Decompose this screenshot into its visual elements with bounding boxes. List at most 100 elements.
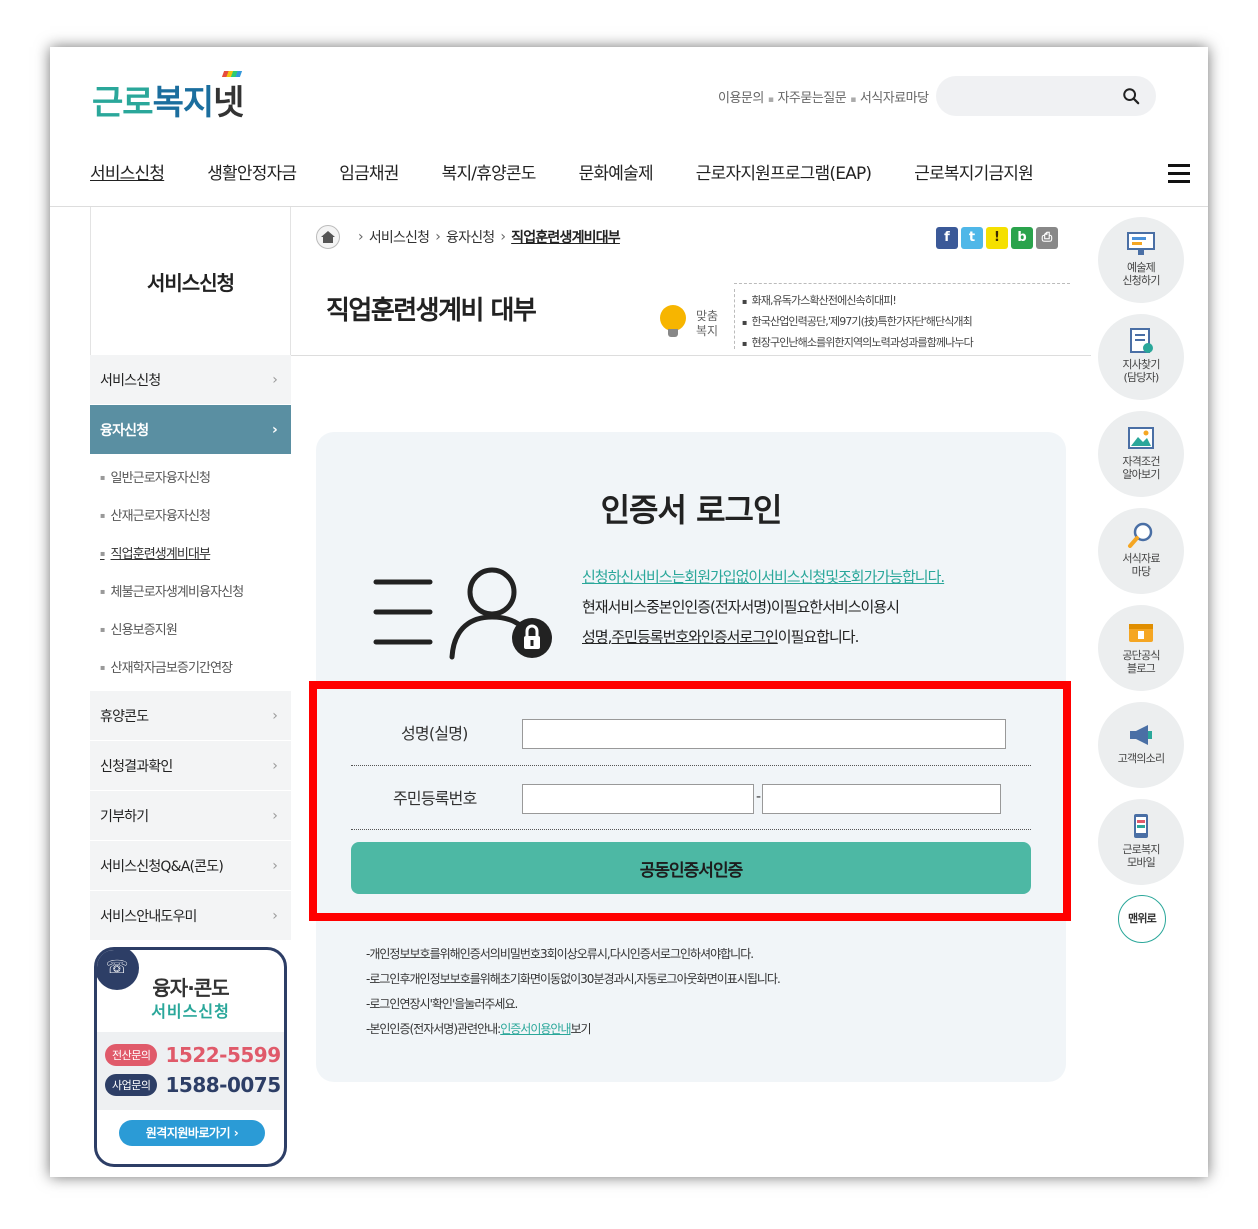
quick-eligibility[interactable]: 자격조건 알아보기	[1098, 411, 1184, 497]
search-icon[interactable]	[1122, 87, 1140, 105]
picture-icon	[1128, 427, 1154, 449]
sidebar-item-label: 서비스신청Q&A(콘도)	[100, 858, 224, 875]
submenu-tuition-extension[interactable]: 산재학자금보증기간연장	[90, 649, 291, 687]
nav-welfare-condo[interactable]: 복지/휴양콘도	[442, 159, 537, 189]
note-item: -개인정보보호를위해인증서의비밀번호3회이상오류시,다시인증서로그인하셔야합니다…	[366, 947, 754, 961]
logo-stripes	[222, 71, 243, 77]
facebook-icon[interactable]: f	[936, 227, 958, 249]
util-link-forms[interactable]: 서식자료마당	[860, 91, 929, 106]
utility-links: 이용문의 ▪ 자주묻는질문 ▪ 서식자료마당	[718, 87, 929, 106]
sidebar-submenu: 일반근로자융자신청 산재근로자융자신청 직업훈련생계비대부 체불근로자생계비융자…	[90, 455, 291, 691]
sidebar-item-condo[interactable]: 휴양콘도 ›	[90, 691, 291, 741]
chevron-right-icon: ›	[358, 229, 364, 245]
util-link-faq[interactable]: 자주묻는질문	[777, 91, 846, 106]
sidebar-item-label: 기부하기	[100, 808, 149, 825]
nav-welfare-fund[interactable]: 근로복지기금지원	[914, 159, 1034, 189]
search-box	[936, 76, 1156, 116]
twitter-icon[interactable]: t	[961, 227, 983, 249]
login-notes: -개인정보보호를위해인증서의비밀번호3회이상오류시,다시인증서로그인하셔야합니다…	[366, 942, 781, 1042]
arrow-right-icon: ›	[233, 1126, 239, 1140]
page: 근로복지넷 이용문의 ▪ 자주묻는질문 ▪ 서식자료마당 서비스신청 생활안정자금 임금…	[50, 47, 1208, 1177]
news-item[interactable]: 화재,유독가스확산전에신속히대피!	[742, 291, 973, 312]
name-input[interactable]	[522, 719, 1006, 749]
kakaostory-icon[interactable]: !	[986, 227, 1008, 249]
banner-title: 융자·콘도	[152, 976, 229, 1000]
nav-living-fund[interactable]: 생활안정자금	[207, 159, 297, 189]
submenu-credit-guarantee[interactable]: 신용보증지원	[90, 611, 291, 649]
separator: ▪	[767, 95, 774, 105]
tel-row-1: 전산문의 1522-5599	[105, 1043, 281, 1067]
desc-line-3: 성명,주민등록번호와인증서로그인이필요합니다.	[582, 628, 859, 646]
logo-text-2: 복지	[152, 83, 215, 123]
rrn-back-input[interactable]	[762, 784, 1001, 814]
sidebar-item-loan[interactable]: 융자신청 ›	[90, 405, 291, 455]
custom-welfare-news: 맞춤복지 화재,유독가스확산전에신속히대피! 한국산업인력공단,'제97기(技)…	[650, 279, 1070, 353]
nav-art-festival[interactable]: 문화예술제	[579, 159, 654, 189]
news-item[interactable]: 한국산업인력공단,'제97기(技)특한가자단'해단식개최	[742, 312, 973, 333]
quick-forms[interactable]: 서식자료 마당	[1098, 508, 1184, 594]
mobile-icon	[1134, 814, 1148, 838]
contact-banner: ☏ 융자·콘도 서비스신청 전산문의 1522-5599 사업문의 1588-0…	[94, 947, 287, 1167]
quick-blog[interactable]: 공단공식 블로그	[1098, 605, 1184, 691]
custom-welfare-label: 맞춤 복지	[695, 309, 719, 338]
nav-eap[interactable]: 근로자지원프로그램(EAP)	[696, 159, 872, 189]
note-item: -본인인증(전자서명)관련안내:인증서이용안내보기	[366, 1022, 592, 1036]
sidebar-item-label: 서비스안내도우미	[100, 908, 197, 925]
logo-text-3: 넷	[213, 83, 244, 123]
sidebar-item-label: 휴양콘도	[100, 708, 149, 725]
print-icon[interactable]: ⎙	[1036, 227, 1058, 249]
name-label: 성명(실명)	[401, 724, 468, 743]
divider	[734, 289, 735, 349]
login-description: 신청하신서비스는회원가입없이서비스신청및조회가가능합니다. 현재서비스중본인인증…	[582, 562, 1022, 652]
checklist-icon	[1130, 328, 1153, 353]
chevron-right-icon: ›	[272, 907, 278, 924]
quick-branch-finder[interactable]: 지사찾기 (담당자)	[1098, 314, 1184, 400]
scroll-top-button[interactable]: 맨위로	[1118, 895, 1166, 943]
page-title: 직업훈련생계비 대부	[326, 296, 537, 326]
news-item[interactable]: 현장구인난해소를위한지역의노력과성과를함께나누다	[742, 333, 974, 354]
submenu-industrial-loan[interactable]: 산재근로자융자신청	[90, 497, 291, 535]
breadcrumb: › 서비스신청 › 융자신청 › 직업훈련생계비대부	[316, 225, 621, 249]
login-form-highlight: 성명(실명) 주민등록번호 - 공동인증서인증	[309, 681, 1071, 921]
rrn-label: 주민등록번호	[393, 789, 477, 808]
home-icon[interactable]	[316, 225, 340, 249]
main-nav: 서비스신청 생활안정자금 임금채권 복지/휴양콘도 문화예술제 근로자지원프로그…	[90, 159, 1076, 189]
chevron-right-icon: ›	[272, 421, 278, 438]
breadcrumb-item-1[interactable]: 서비스신청	[369, 227, 430, 247]
quick-art-festival[interactable]: 예술제 신청하기	[1098, 217, 1184, 303]
breadcrumb-item-2[interactable]: 융자신청	[446, 227, 495, 247]
sidebar-item-label: 신청결과확인	[100, 758, 173, 775]
certificate-login-panel: 인증서 로그인 신청하신서비스는회원가입없이서비스신청및조회가가능합니다. 현재…	[309, 432, 1071, 1082]
site-logo[interactable]: 근로복지넷	[92, 71, 244, 123]
breadcrumb-current: 직업훈련생계비대부	[511, 230, 621, 246]
certificate-auth-button[interactable]: 공동인증서인증	[351, 842, 1031, 894]
monitor-icon	[1127, 232, 1155, 255]
sidebar-item-result[interactable]: 신청결과확인 ›	[90, 741, 291, 791]
quick-mobile[interactable]: 근로복지 모바일	[1098, 799, 1184, 885]
chevron-right-icon: ›	[272, 707, 278, 724]
sidebar-item-qna[interactable]: 서비스신청Q&A(콘도) ›	[90, 841, 291, 891]
rrn-hyphen: -	[756, 789, 762, 805]
util-link-inquiry[interactable]: 이용문의	[718, 91, 764, 106]
cert-guide-link[interactable]: 인증서이용안내	[500, 1022, 571, 1036]
tel2-number: 1588-0075	[165, 1073, 281, 1097]
chevron-right-icon: ›	[272, 757, 278, 774]
sidebar-item-guide[interactable]: 서비스안내도우미 ›	[90, 891, 291, 941]
nav-wage-claim[interactable]: 임금채권	[339, 159, 399, 189]
tel1-number: 1522-5599	[165, 1043, 281, 1067]
menu-icon[interactable]	[1168, 164, 1190, 184]
band-icon[interactable]: b	[1011, 227, 1033, 249]
quick-customer-voice[interactable]: 고객의소리	[1098, 702, 1184, 788]
submenu-training-loan[interactable]: 직업훈련생계비대부	[90, 535, 291, 573]
submenu-unpaid-loan[interactable]: 체불근로자생계비융자신청	[90, 573, 291, 611]
submenu-general-loan[interactable]: 일반근로자융자신청	[90, 459, 291, 497]
user-lock-icon	[373, 567, 552, 660]
divider	[351, 765, 1031, 766]
divider	[734, 283, 1070, 284]
remote-support-button[interactable]: 원격지원바로가기 ›	[119, 1120, 265, 1146]
nav-service-apply[interactable]: 서비스신청	[90, 159, 165, 189]
rrn-front-input[interactable]	[522, 784, 754, 814]
search-input[interactable]	[950, 86, 1110, 106]
sidebar-item-service[interactable]: 서비스신청 ›	[90, 355, 291, 405]
sidebar-item-donate[interactable]: 기부하기 ›	[90, 791, 291, 841]
